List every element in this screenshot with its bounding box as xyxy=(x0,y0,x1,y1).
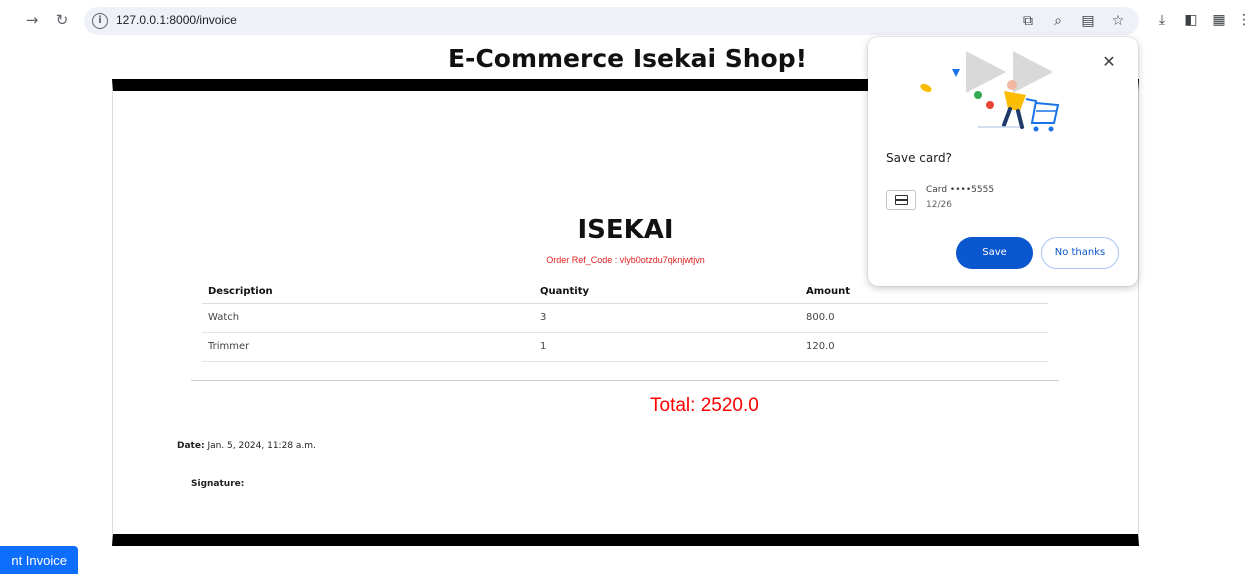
card-expiry: 12/26 xyxy=(926,200,952,210)
invoice-total: Total: 2520.0 xyxy=(650,395,759,416)
divider xyxy=(191,380,1059,381)
download-icon[interactable]: ⤓ xyxy=(1151,9,1173,31)
print-invoice-button[interactable]: nt Invoice xyxy=(0,546,78,574)
browser-toolbar: → ↻ i 127.0.0.1:8000/invoice ⧉ ⌕ ▤ ☆ ⤓ ◧… xyxy=(0,0,1255,40)
sidebar-icon[interactable]: ◧ xyxy=(1180,9,1202,31)
extension-icon[interactable]: ▦ xyxy=(1208,9,1230,31)
table-row: Watch 3 800.0 xyxy=(202,303,1048,333)
reload-icon[interactable]: ↻ xyxy=(50,8,74,32)
zoom-icon[interactable]: ⌕ xyxy=(1049,12,1067,30)
credit-card-icon xyxy=(886,190,916,210)
card-number: Card ••••5555 xyxy=(926,185,995,195)
invoice-date: Date: Jan. 5, 2024, 11:28 a.m. xyxy=(177,441,316,451)
signature-label: Signature: xyxy=(191,479,245,489)
omnibox-actions: ⧉ ⌕ ▤ ☆ xyxy=(1019,12,1127,30)
cell-quantity: 1 xyxy=(534,332,800,362)
cell-quantity: 3 xyxy=(534,303,800,333)
date-value: Jan. 5, 2024, 11:28 a.m. xyxy=(207,441,316,451)
table-row: Trimmer 1 120.0 xyxy=(202,332,1048,362)
open-in-icon[interactable]: ⧉ xyxy=(1019,12,1037,30)
address-bar[interactable]: i 127.0.0.1:8000/invoice ⧉ ⌕ ▤ ☆ xyxy=(84,7,1139,35)
cell-description: Watch xyxy=(202,303,534,333)
cell-description: Trimmer xyxy=(202,332,534,362)
date-label: Date: xyxy=(177,441,205,451)
save-button[interactable]: Save xyxy=(956,237,1033,269)
save-card-popup: ✕ Save card? Card ••••5555 12/26 Save No… xyxy=(868,37,1138,286)
cell-amount: 800.0 xyxy=(800,303,1048,333)
cell-amount: 120.0 xyxy=(800,332,1048,362)
star-icon[interactable]: ☆ xyxy=(1109,12,1127,30)
forward-arrow-icon[interactable]: → xyxy=(20,8,44,32)
header-description: Description xyxy=(202,277,534,304)
info-icon[interactable]: i xyxy=(92,13,108,29)
items-table: Description Quantity Amount Watch 3 800.… xyxy=(202,277,1048,362)
url-text[interactable]: 127.0.0.1:8000/invoice xyxy=(116,13,237,27)
card-icon[interactable]: ▤ xyxy=(1079,12,1097,30)
header-quantity: Quantity xyxy=(534,277,800,304)
shopping-illustration-icon xyxy=(920,51,1060,132)
menu-icon[interactable]: ⋮ xyxy=(1233,9,1255,31)
no-thanks-button[interactable]: No thanks xyxy=(1041,237,1119,269)
popup-title: Save card? xyxy=(886,151,952,165)
